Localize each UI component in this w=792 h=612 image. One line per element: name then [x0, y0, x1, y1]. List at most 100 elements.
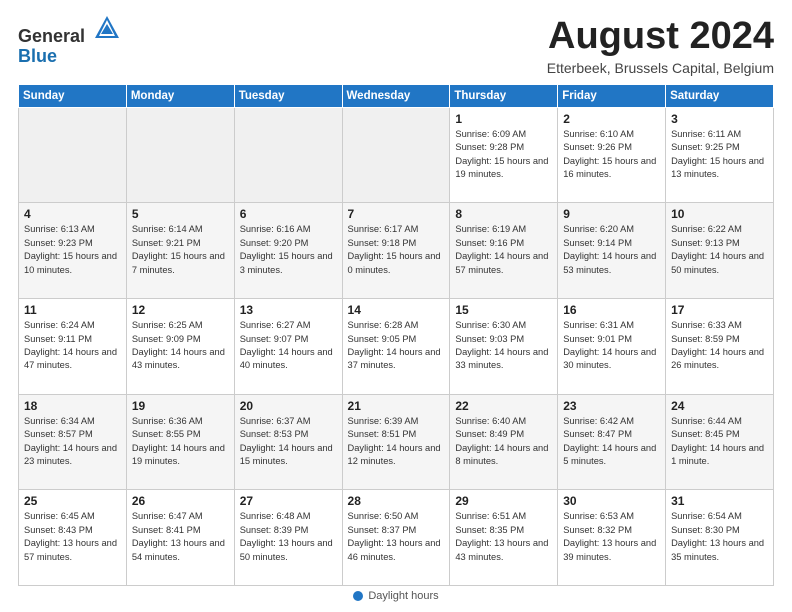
day-number: 26 [132, 494, 229, 508]
day-number: 29 [455, 494, 552, 508]
day-info: Sunrise: 6:37 AM Sunset: 8:53 PM Dayligh… [240, 415, 337, 469]
day-info: Sunrise: 6:42 AM Sunset: 8:47 PM Dayligh… [563, 415, 660, 469]
calendar-cell: 23 Sunrise: 6:42 AM Sunset: 8:47 PM Dayli… [558, 394, 666, 490]
logo-blue: Blue [18, 46, 57, 66]
calendar-week-3: 11Sunrise: 6:24 AM Sunset: 9:11 PM Dayli… [19, 299, 774, 395]
calendar-cell: 10Sunrise: 6:22 AM Sunset: 9:13 PM Dayli… [666, 203, 774, 299]
col-friday: Friday [558, 84, 666, 107]
day-number: 15 [455, 303, 552, 317]
col-monday: Monday [126, 84, 234, 107]
col-thursday: Thursday [450, 84, 558, 107]
day-info: Sunrise: 6:39 AM Sunset: 8:51 PM Dayligh… [348, 415, 445, 469]
day-info: Sunrise: 6:19 AM Sunset: 9:16 PM Dayligh… [455, 223, 552, 277]
day-number: 19 [132, 399, 229, 413]
calendar-cell [342, 107, 450, 203]
calendar-cell: 26 Sunrise: 6:47 AM Sunset: 8:41 PM Dayli… [126, 490, 234, 586]
day-number: 22 [455, 399, 552, 413]
day-info: Sunrise: 6:36 AM Sunset: 8:55 PM Dayligh… [132, 415, 229, 469]
day-info: Sunrise: 6:28 AM Sunset: 9:05 PM Dayligh… [348, 319, 445, 373]
day-number: 23 [563, 399, 660, 413]
day-number: 20 [240, 399, 337, 413]
calendar-cell: 8 Sunrise: 6:19 AM Sunset: 9:16 PM Daylig… [450, 203, 558, 299]
logo: General Blue [18, 16, 121, 67]
calendar-cell: 2 Sunrise: 6:10 AM Sunset: 9:26 PM Daylig… [558, 107, 666, 203]
calendar-cell: 3Sunrise: 6:11 AM Sunset: 9:25 PM Daylig… [666, 107, 774, 203]
day-number: 27 [240, 494, 337, 508]
col-tuesday: Tuesday [234, 84, 342, 107]
logo-icon [93, 14, 121, 42]
calendar-cell: 16Sunrise: 6:31 AM Sunset: 9:01 PM Dayli… [558, 299, 666, 395]
col-wednesday: Wednesday [342, 84, 450, 107]
calendar-week-4: 18 Sunrise: 6:34 AM Sunset: 8:57 PM Dayli… [19, 394, 774, 490]
day-info: Sunrise: 6:44 AM Sunset: 8:45 PM Dayligh… [671, 415, 768, 469]
day-info: Sunrise: 6:50 AM Sunset: 8:37 PM Dayligh… [348, 510, 445, 564]
day-info: Sunrise: 6:10 AM Sunset: 9:26 PM Dayligh… [563, 128, 660, 182]
day-number: 6 [240, 207, 337, 221]
day-number: 31 [671, 494, 768, 508]
day-number: 13 [240, 303, 337, 317]
location-subtitle: Etterbeek, Brussels Capital, Belgium [547, 60, 774, 76]
day-number: 1 [455, 112, 552, 126]
header: General Blue August 2024 Etterbeek, Brus… [18, 16, 774, 76]
calendar-cell: 24Sunrise: 6:44 AM Sunset: 8:45 PM Dayli… [666, 394, 774, 490]
day-info: Sunrise: 6:30 AM Sunset: 9:03 PM Dayligh… [455, 319, 552, 373]
calendar-cell: 15 Sunrise: 6:30 AM Sunset: 9:03 PM Dayli… [450, 299, 558, 395]
calendar-cell: 21 Sunrise: 6:39 AM Sunset: 8:51 PM Dayli… [342, 394, 450, 490]
day-info: Sunrise: 6:20 AM Sunset: 9:14 PM Dayligh… [563, 223, 660, 277]
day-info: Sunrise: 6:51 AM Sunset: 8:35 PM Dayligh… [455, 510, 552, 564]
day-number: 21 [348, 399, 445, 413]
month-title: August 2024 [547, 16, 774, 58]
day-number: 2 [563, 112, 660, 126]
calendar-cell: 25 Sunrise: 6:45 AM Sunset: 8:43 PM Dayli… [19, 490, 127, 586]
day-number: 16 [563, 303, 660, 317]
calendar-cell: 30 Sunrise: 6:53 AM Sunset: 8:32 PM Dayli… [558, 490, 666, 586]
calendar-cell: 22 Sunrise: 6:40 AM Sunset: 8:49 PM Dayli… [450, 394, 558, 490]
calendar-week-1: 1 Sunrise: 6:09 AM Sunset: 9:28 PM Daylig… [19, 107, 774, 203]
calendar-cell [234, 107, 342, 203]
day-info: Sunrise: 6:47 AM Sunset: 8:41 PM Dayligh… [132, 510, 229, 564]
calendar-cell: 12Sunrise: 6:25 AM Sunset: 9:09 PM Dayli… [126, 299, 234, 395]
calendar-cell: 5 Sunrise: 6:14 AM Sunset: 9:21 PM Daylig… [126, 203, 234, 299]
day-info: Sunrise: 6:53 AM Sunset: 8:32 PM Dayligh… [563, 510, 660, 564]
day-info: Sunrise: 6:40 AM Sunset: 8:49 PM Dayligh… [455, 415, 552, 469]
calendar-cell: 7 Sunrise: 6:17 AM Sunset: 9:18 PM Daylig… [342, 203, 450, 299]
footer-dot-icon [353, 591, 363, 601]
calendar-week-5: 25 Sunrise: 6:45 AM Sunset: 8:43 PM Dayli… [19, 490, 774, 586]
day-number: 9 [563, 207, 660, 221]
calendar-cell: 28Sunrise: 6:50 AM Sunset: 8:37 PM Dayli… [342, 490, 450, 586]
day-info: Sunrise: 6:13 AM Sunset: 9:23 PM Dayligh… [24, 223, 121, 277]
col-sunday: Sunday [19, 84, 127, 107]
calendar-cell: 19 Sunrise: 6:36 AM Sunset: 8:55 PM Dayli… [126, 394, 234, 490]
day-info: Sunrise: 6:14 AM Sunset: 9:21 PM Dayligh… [132, 223, 229, 277]
calendar-cell: 1 Sunrise: 6:09 AM Sunset: 9:28 PM Daylig… [450, 107, 558, 203]
day-number: 3 [671, 112, 768, 126]
calendar-cell: 6Sunrise: 6:16 AM Sunset: 9:20 PM Daylig… [234, 203, 342, 299]
day-number: 5 [132, 207, 229, 221]
calendar-cell: 14Sunrise: 6:28 AM Sunset: 9:05 PM Dayli… [342, 299, 450, 395]
day-number: 7 [348, 207, 445, 221]
calendar-cell: 27Sunrise: 6:48 AM Sunset: 8:39 PM Dayli… [234, 490, 342, 586]
day-info: Sunrise: 6:17 AM Sunset: 9:18 PM Dayligh… [348, 223, 445, 277]
calendar-cell: 31 Sunrise: 6:54 AM Sunset: 8:30 PM Dayli… [666, 490, 774, 586]
day-info: Sunrise: 6:45 AM Sunset: 8:43 PM Dayligh… [24, 510, 121, 564]
day-info: Sunrise: 6:27 AM Sunset: 9:07 PM Dayligh… [240, 319, 337, 373]
calendar-cell [126, 107, 234, 203]
col-saturday: Saturday [666, 84, 774, 107]
calendar-cell: 9 Sunrise: 6:20 AM Sunset: 9:14 PM Daylig… [558, 203, 666, 299]
day-number: 4 [24, 207, 121, 221]
day-number: 30 [563, 494, 660, 508]
calendar-week-2: 4 Sunrise: 6:13 AM Sunset: 9:23 PM Daylig… [19, 203, 774, 299]
day-info: Sunrise: 6:34 AM Sunset: 8:57 PM Dayligh… [24, 415, 121, 469]
calendar-cell: 29 Sunrise: 6:51 AM Sunset: 8:35 PM Dayli… [450, 490, 558, 586]
day-number: 25 [24, 494, 121, 508]
day-number: 8 [455, 207, 552, 221]
day-info: Sunrise: 6:09 AM Sunset: 9:28 PM Dayligh… [455, 128, 552, 182]
calendar-cell: 13 Sunrise: 6:27 AM Sunset: 9:07 PM Dayli… [234, 299, 342, 395]
day-info: Sunrise: 6:54 AM Sunset: 8:30 PM Dayligh… [671, 510, 768, 564]
calendar-cell: 18 Sunrise: 6:34 AM Sunset: 8:57 PM Dayli… [19, 394, 127, 490]
day-number: 10 [671, 207, 768, 221]
day-number: 18 [24, 399, 121, 413]
calendar-cell: 20 Sunrise: 6:37 AM Sunset: 8:53 PM Dayli… [234, 394, 342, 490]
day-info: Sunrise: 6:24 AM Sunset: 9:11 PM Dayligh… [24, 319, 121, 373]
day-number: 12 [132, 303, 229, 317]
